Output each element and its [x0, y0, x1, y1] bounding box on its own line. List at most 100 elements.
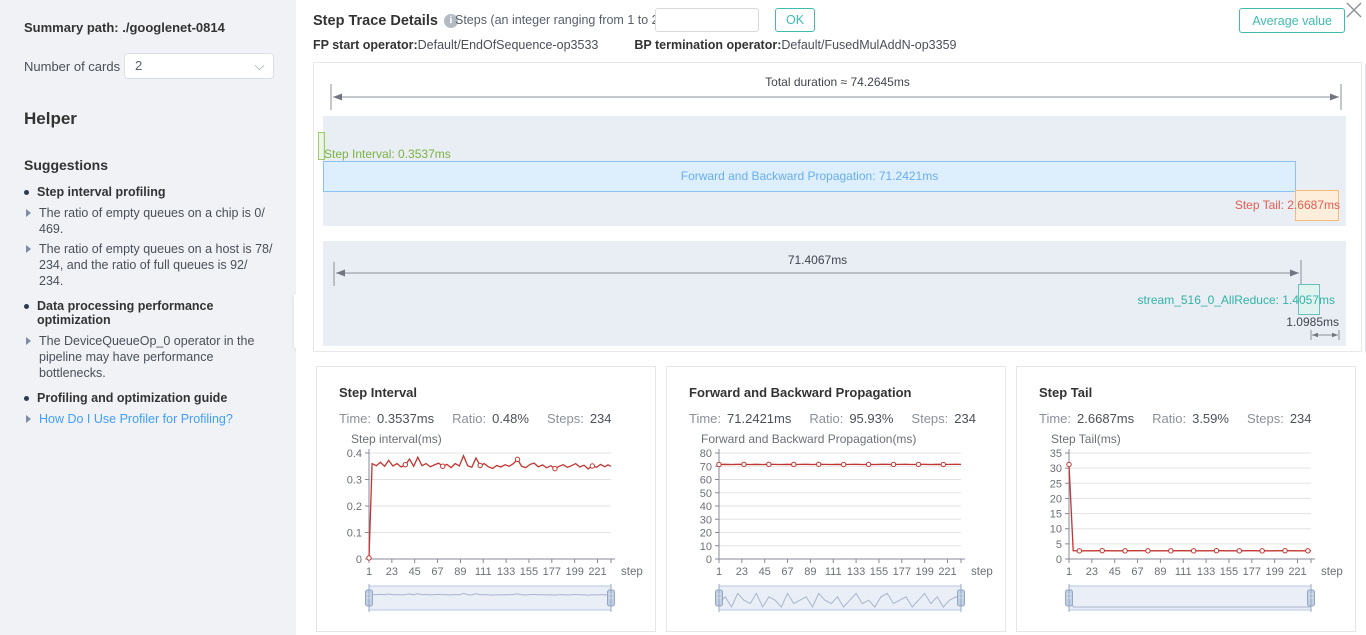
suggestion-list: Step interval profilingThe ratio of empt… — [24, 185, 274, 427]
card-stats: Time:0.3537msRatio:0.48%Steps:234 — [339, 411, 612, 426]
svg-text:40: 40 — [700, 501, 712, 513]
svg-text:111: 111 — [825, 566, 842, 578]
card-title: Step Interval — [339, 385, 417, 400]
average-value-button[interactable]: Average value — [1239, 8, 1345, 33]
svg-text:0: 0 — [706, 554, 712, 566]
svg-text:199: 199 — [915, 566, 933, 578]
svg-text:30: 30 — [700, 514, 712, 526]
suggestion-link[interactable]: How Do I Use Profiler for Profiling? — [26, 411, 274, 427]
svg-text:133: 133 — [497, 566, 515, 578]
svg-text:221: 221 — [938, 566, 956, 578]
svg-text:155: 155 — [1220, 566, 1238, 578]
ratio-value: 0.48% — [492, 411, 529, 426]
svg-text:177: 177 — [893, 566, 911, 578]
helper-title: Helper — [24, 109, 274, 129]
bp-termination-operator-value: Default/FusedMulAddN-op3359 — [781, 38, 956, 52]
svg-text:133: 133 — [1197, 566, 1215, 578]
svg-text:20: 20 — [1050, 493, 1062, 505]
time-value: 2.6687ms — [1077, 411, 1134, 426]
svg-text:67: 67 — [431, 566, 443, 578]
svg-text:111: 111 — [475, 566, 492, 578]
svg-text:step: step — [971, 566, 993, 578]
time-label: Time: — [339, 411, 371, 426]
svg-text:Forward and Backward Propagati: Forward and Backward Propagation(ms) — [701, 432, 916, 446]
triangle-right-icon — [26, 245, 31, 253]
time-label: Time: — [1039, 411, 1071, 426]
svg-text:23: 23 — [1086, 566, 1098, 578]
steps-input[interactable] — [655, 8, 759, 32]
step-trace-timeline: Total duration ≈ 74.2645ms Step Interval… — [313, 62, 1362, 352]
step-trace-row-2: 71.4067ms stream_516_0_AllReduce: 1.4057… — [323, 241, 1346, 346]
step-tail-card: Step Tail Time: 2.6687ms Ratio: 3.59% Steps:… — [1016, 366, 1356, 632]
tail-gap-arrow — [1309, 329, 1341, 341]
ratio-value: 3.59% — [1192, 411, 1229, 426]
suggestion-item: The DeviceQueueOp_0 operator in the pipe… — [26, 333, 274, 381]
card-title: Forward and Backward Propagation — [689, 385, 912, 400]
number-of-cards-select[interactable]: 2 — [124, 53, 274, 79]
svg-text:0: 0 — [1056, 554, 1062, 566]
svg-text:45: 45 — [1109, 566, 1121, 578]
bullet-icon — [24, 304, 29, 309]
triangle-right-icon — [26, 415, 31, 423]
fp-start-operator-value: Default/EndOfSequence-op3533 — [418, 38, 599, 52]
step-interval-chart[interactable]: Step interval(ms)00.10.20.30.41234567891… — [325, 431, 649, 629]
summary-path: Summary path: ./googlenet-0814 — [24, 20, 274, 35]
svg-text:89: 89 — [1154, 566, 1166, 578]
svg-text:199: 199 — [1265, 566, 1283, 578]
svg-text:0.4: 0.4 — [347, 448, 362, 460]
svg-text:23: 23 — [736, 566, 748, 578]
fp-start-operator-label: FP start operator: — [313, 38, 418, 52]
steps-label: Steps: — [1247, 411, 1284, 426]
svg-text:25: 25 — [1050, 478, 1062, 490]
tail-gap-label: 1.0985ms — [1286, 315, 1339, 329]
forward-backward-chart[interactable]: Forward and Backward Propagation(ms)0102… — [675, 431, 999, 629]
svg-text:67: 67 — [781, 566, 793, 578]
step-tail-label: Step Tail: 2.6687ms — [1235, 198, 1340, 212]
svg-text:15: 15 — [1050, 509, 1062, 521]
ratio-label: Ratio: — [1152, 411, 1186, 426]
svg-text:1: 1 — [1066, 566, 1072, 578]
suggestion-group-title: Data processing performance optimization — [24, 299, 274, 327]
chevron-down-icon — [256, 62, 264, 70]
steps-label: Steps: — [911, 411, 948, 426]
svg-text:0.1: 0.1 — [347, 528, 362, 540]
forward-backward-bar[interactable]: Forward and Backward Propagation: 71.242… — [323, 161, 1296, 192]
svg-text:155: 155 — [520, 566, 538, 578]
svg-text:30: 30 — [1050, 463, 1062, 475]
close-icon[interactable] — [1344, 0, 1364, 20]
svg-text:10: 10 — [1050, 524, 1062, 536]
step-trace-panel: Step Trace Details i Steps (an integer r… — [296, 0, 1366, 635]
card-title: Step Tail — [1039, 385, 1092, 400]
svg-text:50: 50 — [700, 488, 712, 500]
number-of-cards-value: 2 — [135, 58, 142, 73]
svg-text:45: 45 — [759, 566, 771, 578]
svg-text:89: 89 — [454, 566, 466, 578]
suggestion-group-title: Profiling and optimization guide — [24, 391, 274, 405]
svg-text:67: 67 — [1131, 566, 1143, 578]
step-interval-card: Step Interval Time:0.3537msRatio:0.48%St… — [316, 366, 656, 632]
suggestions-title: Suggestions — [24, 157, 274, 173]
svg-text:80: 80 — [700, 448, 712, 460]
svg-text:70: 70 — [700, 461, 712, 473]
steps-value: 234 — [590, 411, 612, 426]
helper-sidebar: Summary path: ./googlenet-0814 Number of… — [0, 0, 296, 635]
svg-text:20: 20 — [700, 528, 712, 540]
svg-text:10: 10 — [700, 541, 712, 553]
step-interval-label: Step Interval: 0.3537ms — [324, 147, 451, 161]
step-trace-row-1: Step Interval: 0.3537ms Forward and Back… — [323, 116, 1346, 226]
suggestion-group-title: Step interval profiling — [24, 185, 274, 199]
svg-text:step: step — [621, 566, 643, 578]
page-title: Step Trace Details — [313, 13, 438, 29]
svg-text:177: 177 — [1243, 566, 1261, 578]
steps-range-label: Steps (an integer ranging from 1 to 234) — [455, 13, 677, 27]
bullet-icon — [24, 190, 29, 195]
step-tail-chart[interactable]: Step Tail(ms)051015202530351234567891111… — [1025, 431, 1349, 629]
svg-text:133: 133 — [847, 566, 865, 578]
ok-button[interactable]: OK — [775, 8, 815, 32]
svg-text:155: 155 — [870, 566, 888, 578]
svg-text:111: 111 — [1175, 566, 1192, 578]
svg-text:23: 23 — [386, 566, 398, 578]
steps-label: Steps: — [547, 411, 584, 426]
allreduce-label: stream_516_0_AllReduce: 1.4057ms — [1138, 293, 1335, 307]
number-of-cards-label: Number of cards — [24, 59, 120, 74]
